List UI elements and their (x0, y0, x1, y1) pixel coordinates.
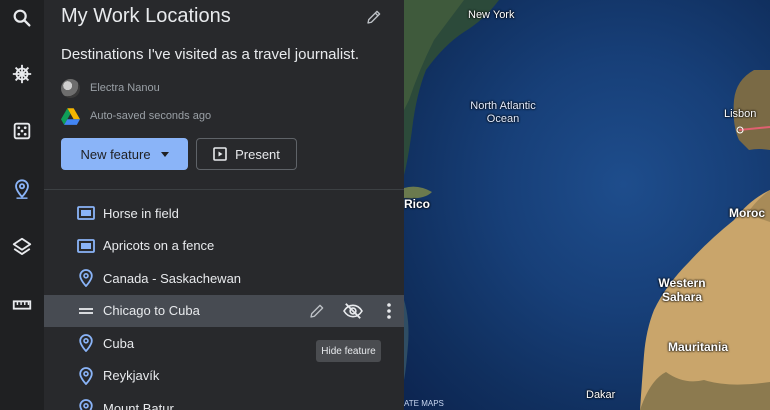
save-status: Auto-saved seconds ago (90, 110, 212, 122)
feature-label: Horse in field (103, 205, 179, 221)
present-label: Present (235, 146, 280, 162)
project-description: Destinations I've visited as a travel jo… (61, 46, 360, 63)
more-vert-icon (387, 302, 391, 319)
feature-label: Mount Batur (103, 400, 174, 410)
row-actions (296, 295, 404, 328)
slide-icon (77, 237, 95, 255)
feature-label: Apricots on a fence (103, 238, 215, 254)
map-label-mauritania: Mauritania (668, 340, 729, 354)
pencil-icon (310, 304, 324, 318)
edit-title-button[interactable] (362, 5, 386, 29)
map-label-lisbon: Lisbon (724, 108, 757, 120)
map-label-ocean: North Atlantic Ocean (470, 100, 536, 125)
pencil-icon (367, 10, 381, 24)
owner-name: Electra Nanou (90, 82, 160, 94)
divider (44, 189, 404, 190)
dice-icon (13, 122, 31, 140)
feature-label: Chicago to Cuba (103, 303, 200, 319)
feature-item[interactable]: Apricots on a fence (44, 230, 404, 263)
line-icon (77, 302, 95, 320)
feature-item[interactable]: Canada - Saskachewan (44, 262, 404, 295)
feature-list: Horse in field Apricots on a fence Canad… (44, 197, 404, 410)
save-status-row: Auto-saved seconds ago (61, 106, 211, 126)
placemark-icon (77, 366, 95, 385)
project-panel: My Work Locations Destinations I've visi… (44, 0, 404, 410)
slide-icon (77, 204, 95, 222)
owner-row: Electra Nanou (61, 78, 160, 98)
search-icon (13, 9, 31, 27)
projects-button[interactable] (4, 171, 40, 207)
feature-item-selected[interactable]: Chicago to Cuba (44, 294, 404, 328)
earth-map[interactable]: New York North Atlantic Ocean Lisbon Ric… (404, 0, 770, 410)
map-label-dakar: Dakar (586, 389, 616, 401)
avatar (61, 78, 80, 98)
voyager-button[interactable] (4, 56, 40, 92)
ruler-icon (12, 300, 32, 310)
feeling-lucky-button[interactable] (4, 113, 40, 149)
feature-item[interactable]: Reykjavík (44, 360, 404, 393)
ship-wheel-icon (12, 64, 32, 84)
feature-label: Canada - Saskachewan (103, 270, 242, 286)
feature-label: Reykjavík (103, 368, 160, 384)
map-attribution: ATE MAPS (404, 399, 444, 408)
placemark-icon (77, 399, 95, 410)
present-icon (213, 147, 227, 161)
map-label-new-york: New York (468, 9, 515, 21)
map-pin-icon (15, 179, 29, 199)
map-label-rico: Rico (404, 197, 431, 211)
new-feature-button[interactable]: New feature (61, 138, 188, 170)
feature-label: Cuba (103, 335, 135, 351)
google-drive-icon (61, 107, 80, 125)
project-title: My Work Locations (61, 5, 231, 27)
caret-down-icon (160, 151, 169, 157)
new-feature-label: New feature (80, 146, 151, 162)
hide-feature-tooltip: Hide feature (316, 340, 381, 362)
placemark-icon (77, 269, 95, 288)
search-button[interactable] (4, 0, 40, 36)
eye-off-icon (343, 302, 363, 319)
hide-feature-button[interactable] (338, 296, 368, 326)
feature-item[interactable]: Horse in field (44, 197, 404, 230)
feature-item[interactable]: Mount Batur (44, 392, 404, 410)
edit-feature-button[interactable] (302, 296, 332, 326)
layers-icon (12, 237, 32, 255)
more-options-button[interactable] (374, 296, 404, 326)
map-style-button[interactable] (4, 229, 40, 265)
present-button[interactable]: Present (196, 138, 297, 170)
map-label-morocco: Moroc (729, 206, 765, 220)
measure-button[interactable] (4, 287, 40, 323)
map-label-western-sahara: Western Sahara (658, 276, 706, 304)
placemark-icon (77, 334, 95, 353)
left-rail (0, 0, 44, 410)
